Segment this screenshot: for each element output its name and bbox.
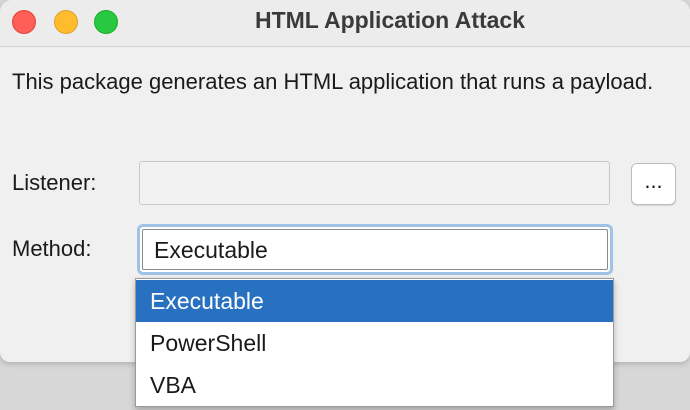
window-title: HTML Application Attack — [254, 7, 526, 33]
listener-field[interactable] — [139, 161, 610, 205]
method-dropdown-list: Executable PowerShell VBA — [135, 278, 614, 407]
dropdown-option-vba[interactable]: VBA — [136, 364, 613, 406]
method-label: Method: — [12, 236, 92, 261]
browse-listener-button[interactable]: ... — [631, 163, 676, 205]
description-text: This package generates an HTML applicati… — [12, 69, 654, 94]
title-bar: HTML Application Attack — [0, 0, 690, 47]
dropdown-option-powershell[interactable]: PowerShell — [136, 322, 613, 364]
listener-label: Listener: — [12, 170, 97, 195]
method-select-value: Executable — [154, 237, 268, 263]
method-select[interactable]: Executable — [137, 224, 613, 275]
dropdown-option-executable[interactable]: Executable — [136, 280, 613, 322]
